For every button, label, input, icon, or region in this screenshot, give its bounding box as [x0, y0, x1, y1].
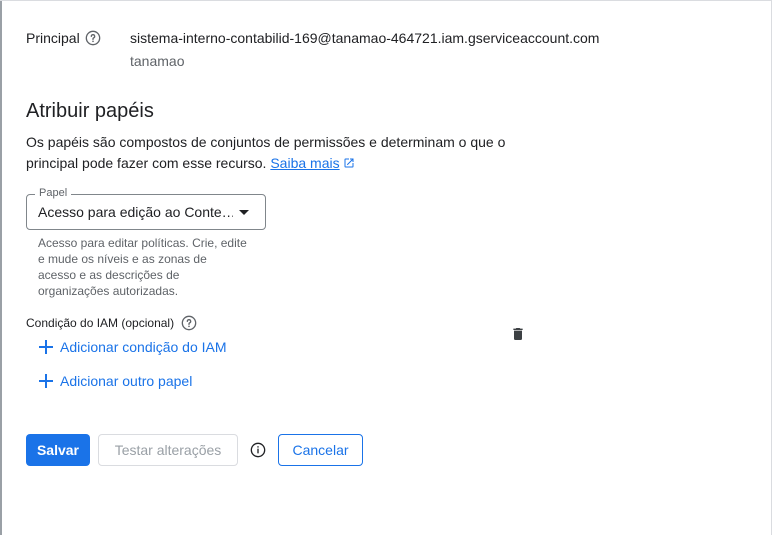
learn-more-link[interactable]: Saiba mais [270, 155, 354, 171]
add-another-role-button[interactable]: Adicionar outro papel [38, 373, 192, 389]
description-text: Os papéis são compostos de conjuntos de … [26, 134, 506, 171]
learn-more-label: Saiba mais [270, 155, 340, 171]
add-another-role-label: Adicionar outro papel [60, 373, 193, 389]
role-select[interactable]: Papel Acesso para edição ao Conte… [26, 187, 266, 230]
test-changes-button[interactable]: Testar alterações [98, 434, 238, 466]
role-select-legend: Papel [35, 187, 72, 199]
principal-project: tanamao [130, 53, 185, 69]
principal-label-row: Principal [26, 30, 101, 46]
principal-email: sistema-interno-contabilid-169@tanamao-4… [130, 30, 600, 46]
open-in-new-icon [344, 158, 354, 168]
plus-icon [38, 373, 54, 389]
role-select-value: Acesso para edição ao Conte… [38, 204, 233, 220]
panel-top-border [0, 0, 772, 1]
help-circle-icon[interactable] [181, 315, 197, 331]
section-description: Os papéis são compostos de conjuntos de … [26, 132, 526, 174]
principal-label: Principal [26, 30, 80, 46]
save-button[interactable]: Salvar [26, 434, 90, 466]
plus-icon [38, 339, 54, 355]
trash-icon[interactable] [510, 326, 526, 342]
add-iam-condition-button[interactable]: Adicionar condição do IAM [38, 339, 227, 355]
help-circle-icon[interactable] [85, 30, 101, 46]
add-iam-condition-label: Adicionar condição do IAM [60, 339, 227, 355]
dropdown-arrow-icon [239, 210, 249, 215]
info-icon[interactable] [250, 442, 266, 458]
iam-condition-label-row: Condição do IAM (opcional) [26, 315, 197, 331]
iam-grant-access-panel: Principal sistema-interno-contabilid-169… [0, 0, 772, 535]
panel-left-border [0, 0, 2, 535]
iam-condition-label: Condição do IAM (opcional) [26, 316, 175, 330]
role-help-text: Acesso para editar políticas. Crie, edit… [38, 236, 247, 298]
section-title: Atribuir papéis [26, 100, 154, 122]
cancel-button[interactable]: Cancelar [278, 434, 363, 466]
